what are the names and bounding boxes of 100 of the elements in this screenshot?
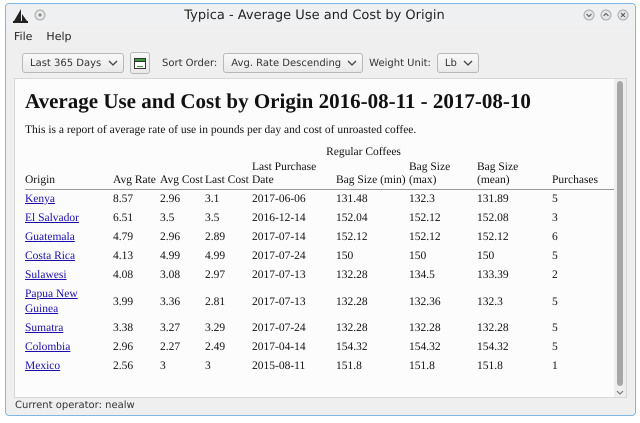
table-cell-text: 2017-07-13 (252, 268, 307, 283)
table-cell-text: 2.89 (205, 230, 226, 245)
table-cell: 131.48 (336, 190, 409, 209)
table-cell: 4.13 (113, 247, 160, 266)
table-cell-text: 150 (336, 249, 354, 264)
table-cell-text: 6.51 (113, 211, 134, 226)
table-cell-text: 133.39 (477, 268, 510, 283)
table-cell-text: 2015-08-11 (252, 359, 306, 374)
table-cell-text: 2017-07-24 (252, 321, 307, 336)
origin-link[interactable]: Papua New Guinea (25, 287, 111, 317)
table-cell-text: 3.38 (113, 321, 134, 336)
table-cell-text: 132.28 (336, 294, 369, 310)
caret-icon (462, 59, 473, 67)
table-cell-text: 152.08 (477, 211, 510, 226)
table-cell-text: 150 (409, 249, 428, 264)
table-cell-text: 134.5 (409, 268, 436, 283)
origin-link[interactable]: Guatemala (25, 230, 75, 245)
scroll-down-icon[interactable] (616, 390, 624, 395)
window-title: Typica - Average Use and Cost by Origin (183, 8, 446, 22)
table-cell-text: 152.12 (409, 230, 442, 245)
report-title: Average Use and Cost by Origin 2016-08-11 - 2017-08-10 (25, 89, 532, 114)
column-header: Bag Size (mean) (477, 161, 518, 186)
table-cell-text: 152.12 (336, 230, 369, 245)
table-cell-text: 132.28 (477, 321, 510, 336)
report-description: This is a report of average rate of use in pounds per day and cost of unroasted coffee. (25, 124, 418, 136)
table-cell-text: 154.32 (477, 340, 510, 355)
table-cell-text: 151.8 (336, 359, 363, 374)
table-cell-text: 132.28 (336, 268, 369, 283)
column-header: Last Cost (205, 174, 249, 186)
table-cell-text: 2017-04-14 (252, 340, 307, 355)
table-cell-text: 151.8 (477, 359, 504, 374)
table-cell-text: 3.5 (205, 211, 220, 226)
table-cell-text: 5 (552, 340, 559, 355)
table-cell-text: 2.97 (205, 268, 226, 283)
menu-item[interactable]: Help (46, 30, 72, 43)
column-header: Bag Size (max) (409, 161, 450, 186)
table-cell-text: 150 (477, 249, 496, 264)
column-header: Avg Cost (160, 174, 203, 186)
table-cell: 4.99 (160, 247, 205, 266)
pin-icon[interactable] (34, 9, 46, 21)
column-header: Last Purchase Date (252, 161, 316, 186)
table-cell-text: 2016-12-14 (252, 211, 307, 226)
table-cell-text: 132.3 (477, 294, 504, 310)
maximize-icon[interactable] (600, 9, 612, 21)
origin-link[interactable]: Kenya (25, 192, 56, 207)
table-cell: 3.1 (205, 190, 252, 209)
table-cell-text: 151.8 (409, 359, 436, 374)
table-cell-text: 3 (205, 359, 212, 374)
calendar-button[interactable] (130, 52, 150, 74)
table-cell-text: 2017-07-13 (252, 294, 307, 310)
origin-link[interactable]: Mexico (25, 359, 60, 374)
table-cell-text: 152.12 (409, 211, 442, 226)
table-cell-text: 2017-07-14 (252, 230, 307, 245)
period-dropdown[interactable]: Last 365 Days (22, 53, 124, 73)
sort-order-label: Sort Order: (162, 58, 218, 68)
table-cell-text: 132.36 (409, 294, 442, 310)
origin-link[interactable]: Sumatra (25, 321, 64, 336)
table-cell: 2.96 (160, 190, 205, 209)
app-icon (12, 8, 28, 22)
sort-order-dropdown[interactable]: Avg. Rate Descending (223, 53, 364, 73)
column-header: Origin (25, 174, 56, 186)
caret-icon (108, 59, 118, 67)
table-cell-text: 3 (160, 359, 167, 374)
table-cell-text: 3 (552, 211, 559, 226)
column-header: Purchases (552, 174, 598, 186)
origin-link[interactable]: El Salvador (25, 211, 79, 226)
menu-item[interactable]: File (14, 30, 32, 43)
table-cell-text: 2.27 (160, 340, 182, 355)
column-header: Bag Size (min) (336, 174, 406, 186)
table-cell: 131.89 (477, 190, 552, 209)
status-text: Current operator: nealw (15, 400, 135, 411)
table-cell-text: 152.04 (336, 211, 369, 226)
origin-link[interactable]: Costa Rica (25, 249, 76, 264)
origin-link[interactable]: Colombia (25, 340, 70, 355)
table-cell-text: 132.28 (409, 321, 442, 336)
table-cell-text: 2.96 (160, 230, 182, 245)
table-cell-text: 5 (552, 249, 559, 264)
table-cell-text: 2017-07-24 (252, 249, 307, 264)
table-cell-text: 2.81 (205, 294, 226, 310)
table-cell-text: 154.32 (409, 340, 442, 355)
close-icon[interactable] (617, 9, 629, 21)
table-cell-text: 6 (552, 230, 559, 245)
table-cell-text: 2.49 (205, 340, 226, 355)
table-cell-text: 3.36 (160, 294, 182, 310)
table-cell: 5 (552, 190, 614, 209)
minimize-icon[interactable] (583, 9, 595, 21)
calendar-icon (134, 57, 146, 69)
scrollbar[interactable] (614, 79, 626, 397)
table-cell-text: 4.79 (113, 230, 134, 245)
table-cell: 8.57 (113, 190, 160, 209)
table-cell-text: 4.08 (113, 268, 134, 283)
table-cell-text: 152.12 (477, 230, 510, 245)
table-cell-text: 1 (552, 359, 559, 374)
table-cell-text: 4.99 (205, 249, 226, 264)
table-cell-text: 3.29 (205, 321, 226, 336)
origin-link[interactable]: Sulawesi (25, 268, 67, 283)
weight-unit-dropdown[interactable]: Lb (436, 53, 479, 73)
table-cell: 132.3 (409, 190, 478, 209)
table-cell-text: 3.08 (160, 268, 182, 283)
caret-icon (347, 59, 358, 67)
